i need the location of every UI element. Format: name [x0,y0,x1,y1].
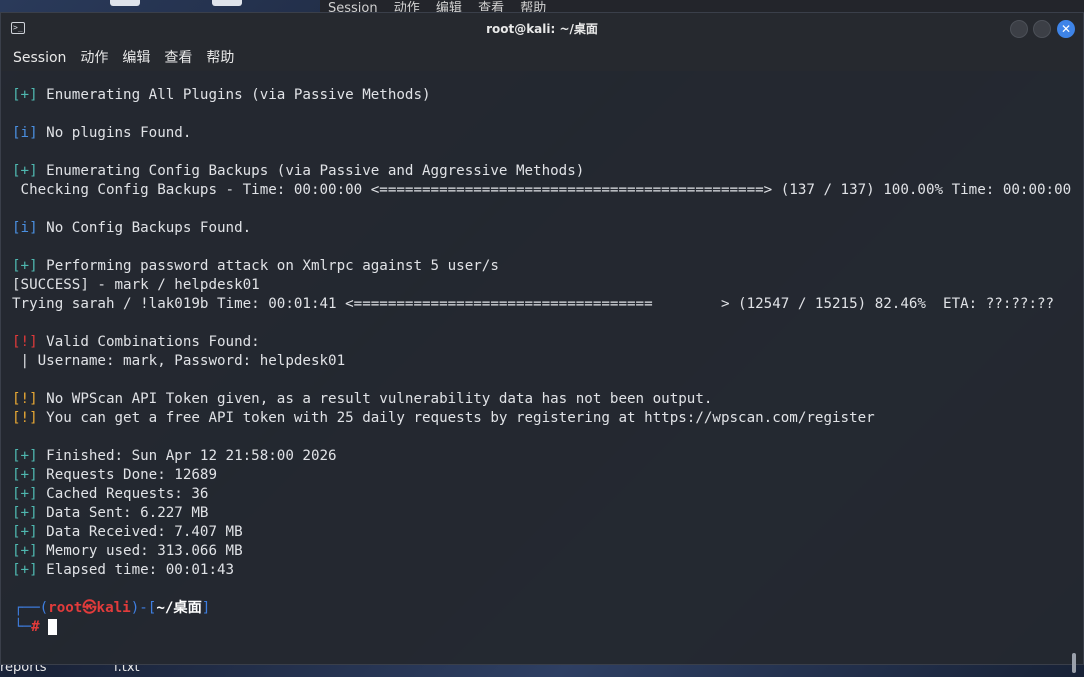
line-text: Enumerating Config Backups (via Passive … [37,163,585,179]
terminal-line: [+] Memory used: 313.066 MB [1,542,1071,561]
line-text: Valid Combinations Found: [37,334,260,350]
terminal-line: | Username: mark, Password: helpdesk01 [1,352,1071,371]
terminal-output[interactable]: [+] Enumerating All Plugins (via Passive… [1,71,1071,666]
line-text: Checking Config Backups - Time: 00:00:00… [12,182,1071,198]
terminal-line: Checking Config Backups - Time: 00:00:00… [1,181,1071,200]
terminal-line: [+] Performing password attack on Xmlrpc… [1,257,1071,276]
line-text: Data Sent: 6.227 MB [37,505,209,521]
terminal-line: [+] Elapsed time: 00:01:43 [1,561,1071,580]
terminal-line: [!] You can get a free API token with 25… [1,409,1071,428]
close-button[interactable]: ✕ [1057,20,1075,38]
status-tag: [+] [12,486,38,502]
status-tag: [+] [12,467,38,483]
prompt-end: ] [201,600,211,616]
line-text: [SUCCESS] - mark / helpdesk01 [12,277,260,293]
status-tag: [+] [12,87,38,103]
status-tag: [+] [12,448,38,464]
menu-help[interactable]: 帮助 [206,45,234,71]
line-text: Performing password attack on Xmlrpc aga… [37,258,499,274]
titlebar[interactable]: >_ root@kali: ~/桌面 ✕ [1,13,1083,45]
terminal-window: >_ root@kali: ~/桌面 ✕ Session 动作 编辑 查看 帮助… [0,12,1084,673]
status-tag: [i] [12,220,38,236]
prompt-line-top: ┌──(root㉿kali)-[~/桌面] [1,599,1071,618]
prompt-corner: ┌──( [14,600,49,616]
prompt-hash: # [31,619,40,635]
terminal-line: [+] Requests Done: 12689 [1,466,1071,485]
terminal-line: [+] Data Sent: 6.227 MB [1,504,1071,523]
line-text: Elapsed time: 00:01:43 [37,562,235,578]
terminal-line: [+] Data Received: 7.407 MB [1,523,1071,542]
status-tag: [i] [12,125,38,141]
desktop-tile [110,0,140,6]
desktop-tile [212,0,242,6]
line-text: You can get a free API token with 25 dai… [37,410,875,426]
prompt-corner-bottom: └─ [14,619,32,635]
terminal-line: [SUCCESS] - mark / helpdesk01 [1,276,1071,295]
scrollbar-thumb[interactable] [1072,653,1076,673]
prompt-sep: )-[ [130,600,157,616]
status-tag: [+] [12,543,38,559]
terminal-line: [!] No WPScan API Token given, as a resu… [1,390,1071,409]
line-text: Cached Requests: 36 [37,486,209,502]
line-text: Memory used: 313.066 MB [37,543,243,559]
minimize-button[interactable] [1010,20,1028,38]
terminal-line: [+] Finished: Sun Apr 12 21:58:00 2026 [1,447,1071,466]
terminal-line: [+] Cached Requests: 36 [1,485,1071,504]
line-text: Requests Done: 12689 [37,467,217,483]
terminal-line: [+] Enumerating Config Backups (via Pass… [1,162,1071,181]
status-tag: [+] [12,505,38,521]
terminal-line: [!] Valid Combinations Found: [1,333,1071,352]
line-text: No WPScan API Token given, as a result v… [37,391,713,407]
line-text: Finished: Sun Apr 12 21:58:00 2026 [37,448,337,464]
line-text: Trying sarah / !lak019b Time: 00:01:41 <… [12,296,1055,312]
menu-view[interactable]: 查看 [164,45,192,71]
text-cursor [48,619,58,635]
line-text: | Username: mark, Password: helpdesk01 [12,353,346,369]
status-tag: [+] [12,524,38,540]
terminal-line: Trying sarah / !lak019b Time: 00:01:41 <… [1,295,1071,314]
status-tag: [+] [12,258,38,274]
terminal-line: [i] No Config Backups Found. [1,219,1071,238]
status-tag: [!] [12,410,38,426]
menu-edit[interactable]: 编辑 [122,45,150,71]
terminal-line: [i] No plugins Found. [1,124,1071,143]
status-tag: [!] [12,334,38,350]
prompt-path: ~/桌面 [156,600,202,616]
terminal-line: [+] Enumerating All Plugins (via Passive… [1,86,1071,105]
status-tag: [+] [12,562,38,578]
menu-actions[interactable]: 动作 [80,45,108,71]
window-title: root@kali: ~/桌面 [486,22,598,36]
menubar: Session 动作 编辑 查看 帮助 [1,45,1083,71]
line-text: Enumerating All Plugins (via Passive Met… [37,87,431,103]
status-tag: [+] [12,163,38,179]
prompt-user: root㉿kali [48,600,131,616]
line-text: No plugins Found. [37,125,192,141]
prompt-line-bottom[interactable]: └─# [1,618,1071,637]
maximize-button[interactable] [1033,20,1051,38]
menu-session[interactable]: Session [13,45,66,71]
line-text: Data Received: 7.407 MB [37,524,243,540]
line-text: No Config Backups Found. [37,220,252,236]
status-tag: [!] [12,391,38,407]
